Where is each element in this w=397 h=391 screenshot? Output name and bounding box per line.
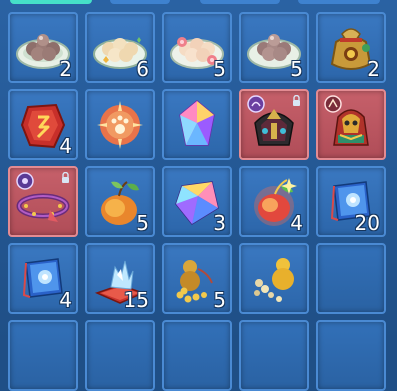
inventory-slot[interactable]: 2: [316, 12, 386, 83]
active-tab-indicator[interactable]: [10, 0, 92, 4]
tab-indicator[interactable]: [110, 0, 170, 4]
item-count: 3: [213, 211, 226, 235]
inventory-slot-empty[interactable]: [162, 320, 232, 391]
item-count: 4: [59, 288, 72, 312]
inventory-slot[interactable]: 6: [85, 12, 155, 83]
inventory-slot-locked[interactable]: [316, 89, 386, 160]
rainbow-crystal-icon: [179, 100, 215, 146]
inventory-slot[interactable]: 4: [239, 166, 309, 237]
inventory-slot[interactable]: 2: [8, 12, 78, 83]
item-count: 20: [354, 211, 380, 235]
inventory-slot[interactable]: 5: [239, 12, 309, 83]
inventory-slot-empty[interactable]: [8, 320, 78, 391]
class-badge-icon: [324, 95, 342, 113]
tab-indicator[interactable]: [200, 0, 280, 4]
inventory-slot[interactable]: 5: [162, 243, 232, 314]
item-count: 2: [367, 57, 380, 81]
top-tab-strip: [0, 0, 397, 8]
item-count: 4: [59, 134, 72, 158]
inventory-slot-locked[interactable]: [239, 89, 309, 160]
inventory-slot[interactable]: 3: [162, 166, 232, 237]
item-count: 2: [59, 57, 72, 81]
item-count: 15: [123, 288, 149, 312]
inventory-slot[interactable]: [85, 89, 155, 160]
class-badge-icon: [247, 95, 265, 113]
golden-gourd-icon: [254, 258, 294, 302]
inventory-slot-empty[interactable]: [85, 320, 155, 391]
item-count: 5: [136, 211, 149, 235]
inventory-slot-empty[interactable]: [316, 243, 386, 314]
inventory-slot[interactable]: 5: [162, 12, 232, 83]
lock-icon: [62, 172, 69, 183]
item-count: 6: [136, 57, 149, 81]
inventory-slot-empty[interactable]: [239, 320, 309, 391]
lock-icon: [293, 95, 300, 106]
item-count: 5: [290, 57, 303, 81]
class-badge-icon: [16, 172, 34, 190]
inventory-slot[interactable]: 15: [85, 243, 155, 314]
inventory-slot[interactable]: [239, 243, 309, 314]
inventory-slot[interactable]: 5: [85, 166, 155, 237]
inventory-grid: 2 6 5 5 2 4 5 3 4 20 4 15 5: [8, 12, 386, 391]
glowing-paw-orb-icon: [97, 101, 143, 149]
inventory-slot-empty[interactable]: [316, 320, 386, 391]
item-count: 5: [213, 57, 226, 81]
inventory-slot[interactable]: 4: [8, 243, 78, 314]
inventory-slot[interactable]: [162, 89, 232, 160]
inventory-slot-locked[interactable]: [8, 166, 78, 237]
item-count: 4: [290, 211, 303, 235]
inventory-panel: 2 6 5 5 2 4 5 3 4 20 4 15 5: [0, 0, 397, 391]
item-count: 5: [213, 288, 226, 312]
inventory-slot[interactable]: 4: [8, 89, 78, 160]
inventory-slot[interactable]: 20: [316, 166, 386, 237]
tab-indicator[interactable]: [298, 0, 380, 4]
